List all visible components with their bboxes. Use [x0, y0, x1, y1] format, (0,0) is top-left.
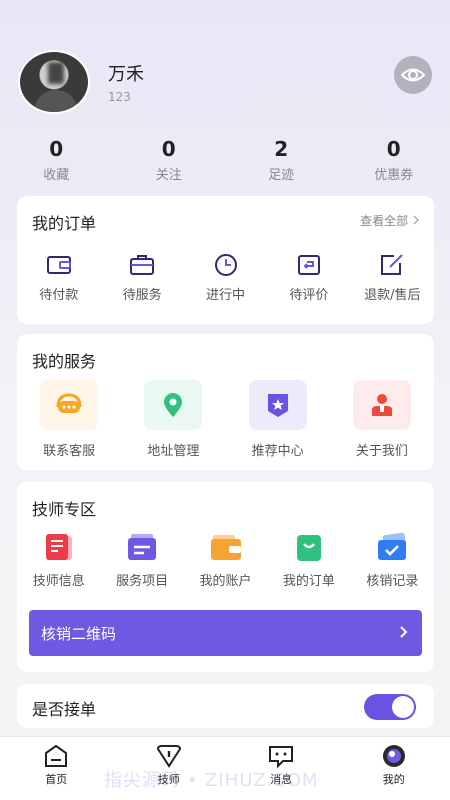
service-label: 地址管理	[147, 444, 200, 459]
tech-label: 技师信息	[32, 574, 85, 589]
service-label: 联系客服	[43, 444, 96, 459]
view-all-orders-link[interactable]: 查看全部	[360, 212, 420, 229]
tech-label: 核销记录	[366, 574, 419, 589]
tab-label: 我的	[382, 773, 405, 786]
stat-number: 0	[49, 137, 64, 161]
accept-orders-card: 是否接单	[17, 684, 434, 728]
undo-icon	[297, 255, 320, 275]
profile-header: 万禾 123	[18, 50, 432, 116]
tech-label: 服务项目	[116, 574, 169, 589]
tech-verification-records[interactable]: 核销记录	[351, 532, 434, 589]
accept-orders-toggle[interactable]	[364, 694, 416, 720]
stats-row: 0 收藏 0 关注 2 足迹 0 优惠券	[0, 136, 450, 186]
order-label: 待评价	[289, 288, 329, 303]
order-label: 待付款	[39, 288, 79, 303]
tech-my-account[interactable]: 我的账户	[184, 532, 267, 589]
service-about-us[interactable]: 关于我们	[330, 380, 434, 459]
services-card: 我的服务 联系客服 地址管理 推荐中心 关于我们	[17, 334, 434, 470]
avatar[interactable]	[18, 50, 90, 114]
home-icon	[45, 744, 68, 767]
qrcode-button-label: 核销二维码	[41, 624, 117, 643]
location-pin-icon	[144, 380, 203, 430]
stat-label: 关注	[155, 168, 182, 183]
person-icon	[352, 380, 411, 430]
order-pending-review[interactable]: 待评价	[267, 252, 350, 303]
edit-icon	[381, 254, 404, 275]
wallet-icon	[210, 535, 241, 560]
stat-number: 0	[386, 137, 401, 161]
order-pending-payment[interactable]: 待付款	[17, 252, 100, 303]
chevron-right-icon	[412, 214, 420, 228]
tech-label: 我的账户	[199, 574, 252, 589]
document-icon	[45, 534, 72, 560]
user-id: 123	[108, 90, 131, 104]
tab-label: 首页	[45, 773, 68, 786]
orders-card: 我的订单 查看全部 待付款 待服务 进行中 待评价 退款/售后	[17, 196, 434, 324]
watermark: 指尖源码 • ZIHUZ.COM	[104, 770, 319, 791]
eye-icon[interactable]	[394, 56, 432, 94]
accept-orders-label: 是否接单	[32, 700, 97, 719]
order-in-progress[interactable]: 进行中	[184, 252, 267, 303]
technician-title: 技师专区	[32, 500, 97, 519]
order-label: 待服务	[122, 288, 162, 303]
order-label: 进行中	[206, 288, 246, 303]
chevron-right-icon	[398, 622, 410, 646]
stat-history[interactable]: 2 足迹	[225, 136, 338, 186]
stat-following[interactable]: 0 关注	[113, 136, 226, 186]
service-contact-support[interactable]: 联系客服	[17, 380, 121, 459]
services-title: 我的服务	[32, 352, 97, 371]
service-address-manage[interactable]: 地址管理	[121, 380, 225, 459]
order-refund[interactable]: 退款/售后	[351, 252, 434, 303]
tech-label: 我的订单	[282, 574, 335, 589]
profile-icon	[382, 745, 405, 767]
stat-number: 2	[274, 137, 289, 161]
wallet-icon	[46, 256, 71, 274]
shopping-bag-icon	[296, 535, 321, 561]
stat-label: 足迹	[268, 168, 295, 183]
technician-card: 技师专区 技师信息 服务项目 我的账户 我的订单 核销记录 核销二维码	[17, 482, 434, 672]
service-label: 关于我们	[355, 444, 408, 459]
tech-my-orders[interactable]: 我的订单	[267, 532, 350, 589]
tab-home[interactable]: 首页	[0, 737, 113, 800]
ticket-check-icon	[378, 532, 407, 560]
briefcase-icon	[130, 255, 155, 275]
service-referral-center[interactable]: 推荐中心	[226, 380, 330, 459]
order-pending-service[interactable]: 待服务	[100, 252, 183, 303]
stat-number: 0	[161, 137, 176, 161]
stat-label: 优惠券	[374, 168, 414, 183]
stat-favorites[interactable]: 0 收藏	[0, 136, 113, 186]
tab-profile[interactable]: 我的	[338, 737, 450, 800]
user-name: 万禾	[108, 64, 144, 85]
orders-title: 我的订单	[32, 214, 97, 233]
stat-label: 收藏	[43, 168, 70, 183]
tech-info[interactable]: 技师信息	[17, 532, 100, 589]
star-badge-icon	[248, 380, 307, 430]
stat-coupons[interactable]: 0 优惠券	[338, 136, 450, 186]
headset-icon	[40, 380, 99, 430]
view-all-label: 查看全部	[360, 214, 409, 228]
clock-icon	[214, 254, 237, 276]
tech-service-items[interactable]: 服务项目	[100, 532, 183, 589]
list-icon	[128, 534, 157, 560]
verification-qrcode-button[interactable]: 核销二维码	[29, 610, 422, 656]
service-label: 推荐中心	[251, 444, 304, 459]
order-label: 退款/售后	[364, 288, 421, 303]
